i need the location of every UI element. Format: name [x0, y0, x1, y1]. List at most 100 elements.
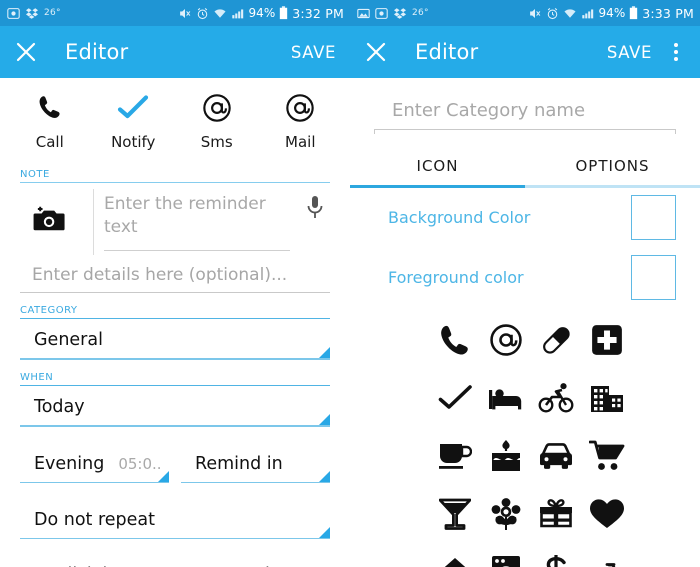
close-icon[interactable] — [363, 39, 389, 65]
time-of-day-underline — [20, 481, 169, 483]
grid-flower-icon[interactable] — [484, 492, 528, 536]
microphone-button[interactable] — [298, 189, 332, 225]
action-notify-label: Notify — [111, 133, 156, 151]
action-sms-label: Sms — [200, 133, 233, 151]
reminder-text-underline — [104, 250, 290, 251]
save-button[interactable]: SAVE — [291, 43, 336, 62]
temperature-indicator: 26° — [44, 8, 61, 18]
dropbox-icon — [25, 7, 39, 20]
check-icon — [117, 92, 149, 124]
grid-bicycle-icon[interactable] — [534, 376, 578, 420]
grid-gift-icon[interactable] — [534, 492, 578, 536]
category-underline — [20, 358, 330, 360]
remind-in-spinner[interactable]: Remind in — [181, 443, 330, 483]
close-icon[interactable] — [13, 39, 39, 65]
category-name-underline — [374, 129, 676, 134]
page-title: Editor — [65, 40, 129, 64]
time-of-day-value: Evening — [34, 453, 105, 474]
dual-screenshot: 26° 94% 3:32 PM Editor SAVE Call Notify … — [0, 0, 700, 567]
clock: 3:32 PM — [292, 5, 344, 21]
grid-home-icon[interactable] — [433, 550, 477, 567]
chevron-down-icon — [319, 414, 330, 426]
grid-at-icon[interactable] — [484, 318, 528, 362]
grid-birthday-cake-icon[interactable] — [484, 434, 528, 478]
page-title: Editor — [415, 40, 479, 64]
status-bar-right: 94% 3:32 PM — [178, 6, 344, 21]
reminder-text-placeholder: Enter the reminder text — [104, 194, 266, 237]
grid-dollar-icon[interactable] — [534, 550, 578, 567]
battery-percent: 94% — [248, 6, 276, 20]
category-section-label: CATEGORY — [20, 305, 78, 316]
tab-options[interactable]: OPTIONS — [525, 156, 700, 185]
foreground-color-row: Foreground color — [350, 248, 700, 308]
details-input[interactable]: Enter details here (optional)... — [20, 255, 330, 293]
tab-indicator-inactive — [525, 185, 700, 188]
when-underline — [20, 425, 330, 427]
tab-icon-label: ICON — [416, 157, 459, 175]
when-spinner[interactable]: Today — [20, 386, 330, 427]
clock: 3:33 PM — [642, 5, 694, 21]
add-photo-button[interactable] — [6, 189, 94, 255]
action-call-label: Call — [35, 133, 64, 151]
app-bar: Editor SAVE — [350, 26, 700, 78]
grid-building-icon[interactable] — [585, 376, 629, 420]
phone-icon — [37, 92, 63, 124]
grid-pill-icon[interactable] — [534, 318, 578, 362]
remind-in-value: Remind in — [195, 453, 283, 474]
grid-motorcycle-icon[interactable] — [585, 550, 629, 567]
more-vertical-icon[interactable] — [666, 43, 686, 61]
grid-phone-icon[interactable] — [433, 318, 477, 362]
right-panel-category-editor: 26° 94% 3:33 PM Editor SAVE Enter Catego… — [350, 0, 700, 567]
background-color-label: Background Color — [388, 208, 531, 227]
chevron-down-icon — [158, 470, 169, 482]
category-name-input[interactable]: Enter Category name — [374, 96, 676, 134]
action-call[interactable]: Call — [8, 92, 92, 151]
tab-indicator — [350, 185, 700, 188]
grid-car-icon[interactable] — [534, 434, 578, 478]
grid-check-icon[interactable] — [433, 376, 477, 420]
app-bar: Editor SAVE — [0, 26, 350, 78]
reminder-text-input[interactable]: Enter the reminder text — [104, 189, 298, 255]
left-panel-reminder-editor: 26° 94% 3:32 PM Editor SAVE Call Notify … — [0, 0, 350, 567]
grid-bed-icon[interactable] — [484, 376, 528, 420]
details-placeholder: Enter details here (optional)... — [32, 265, 288, 285]
screenshot-icon — [375, 7, 388, 20]
remind-in-underline — [181, 481, 330, 483]
pre-alert-value: Click here to set a pre-alert — [20, 555, 330, 567]
tab-icon[interactable]: ICON — [350, 156, 525, 185]
category-name-placeholder: Enter Category name — [392, 100, 586, 121]
action-sms[interactable]: Sms — [175, 92, 259, 151]
time-of-day-spinner[interactable]: Evening 05:0.. — [20, 443, 169, 483]
grid-heart-icon[interactable] — [585, 492, 629, 536]
action-mail[interactable]: Mail — [259, 92, 343, 151]
grid-medical-cross-icon[interactable] — [585, 318, 629, 362]
grid-coffee-cup-icon[interactable] — [433, 434, 477, 478]
status-bar-left: 26° — [357, 7, 528, 20]
background-color-row: Background Color — [350, 188, 700, 248]
save-button[interactable]: SAVE — [607, 43, 652, 62]
grid-washing-machine-icon[interactable] — [484, 550, 528, 567]
background-color-swatch[interactable] — [631, 195, 676, 240]
at-icon — [202, 92, 232, 124]
repeat-spinner[interactable]: Do not repeat — [20, 499, 330, 540]
at-icon — [285, 92, 315, 124]
battery-percent: 94% — [598, 6, 626, 20]
action-notify[interactable]: Notify — [92, 92, 176, 151]
signal-icon — [581, 7, 595, 20]
grid-shopping-cart-icon[interactable] — [585, 434, 629, 478]
pre-alert-spinner[interactable]: Click here to set a pre-alert — [20, 555, 330, 567]
add-photo-icon — [33, 206, 67, 238]
temperature-indicator: 26° — [412, 8, 429, 18]
category-spinner[interactable]: General — [20, 319, 330, 360]
status-bar: 26° 94% 3:32 PM — [0, 0, 350, 26]
wifi-icon — [213, 7, 227, 20]
chevron-down-icon — [319, 470, 330, 482]
icon-picker-grid — [350, 308, 700, 567]
foreground-color-swatch[interactable] — [631, 255, 676, 300]
mute-icon — [528, 7, 542, 20]
image-icon — [357, 7, 370, 20]
battery-icon — [629, 6, 638, 20]
dropbox-icon — [393, 7, 407, 20]
grid-cocktail-glass-icon[interactable] — [433, 492, 477, 536]
chevron-down-icon — [319, 526, 330, 538]
